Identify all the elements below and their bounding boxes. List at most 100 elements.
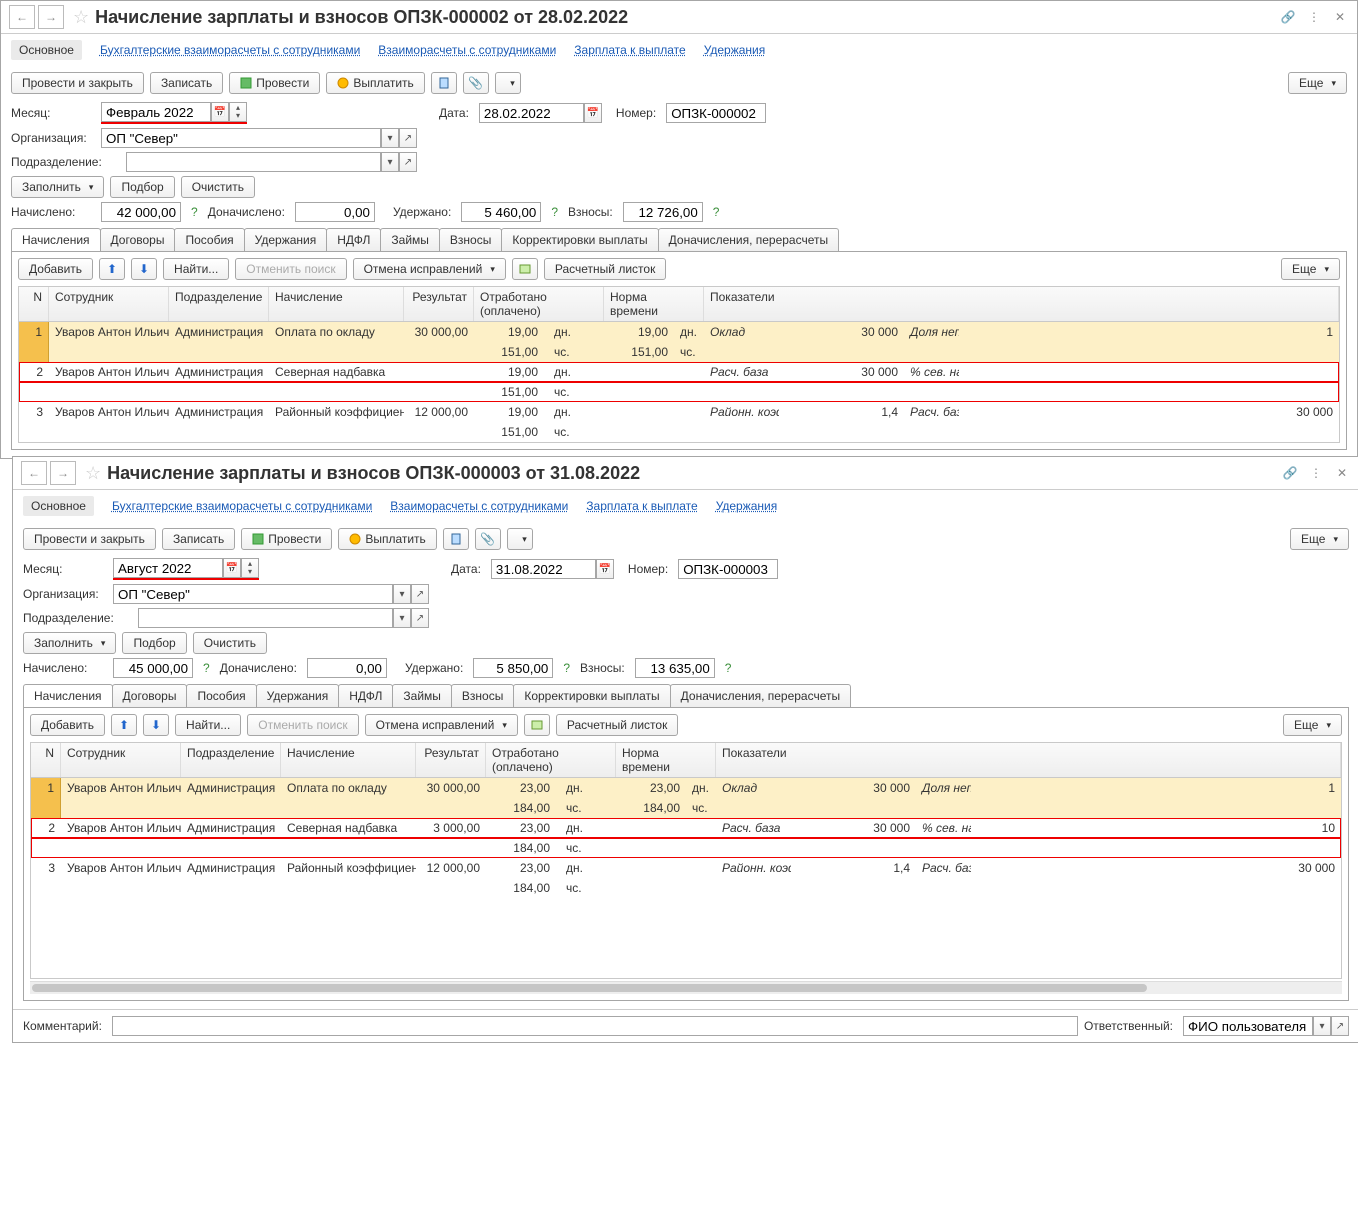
create-based-on-button[interactable] [495,72,521,94]
nav-accounting-settlements[interactable]: Бухгалтерские взаиморасчеты с сотрудника… [112,499,372,513]
table-more-button[interactable]: Еще [1281,258,1340,280]
nav-settlements[interactable]: Взаиморасчеты с сотрудниками [390,499,568,513]
tab-contracts[interactable]: Договоры [112,684,188,707]
cancel-corrections-button[interactable]: Отмена исправлений [365,714,518,736]
close-icon[interactable]: ✕ [1333,466,1351,480]
clear-button[interactable]: Очистить [181,176,255,198]
post-button[interactable]: Провести [229,72,320,94]
save-button[interactable]: Записать [150,72,223,94]
close-icon[interactable]: ✕ [1331,10,1349,24]
kebab-menu-icon[interactable]: ⋮ [1305,10,1323,24]
tab-corrections[interactable]: Корректировки выплаты [501,228,658,251]
dept-dropdown-icon[interactable]: ▾ [381,152,399,172]
more-button[interactable]: Еще [1288,72,1347,94]
nav-accounting-settlements[interactable]: Бухгалтерские взаиморасчеты с сотрудника… [100,43,360,57]
nav-main[interactable]: Основное [11,40,82,60]
responsible-input[interactable] [1183,1016,1313,1036]
org-input[interactable] [113,584,393,604]
responsible-open-icon[interactable]: ↗ [1331,1016,1349,1036]
tab-benefits[interactable]: Пособия [174,228,244,251]
tab-loans[interactable]: Займы [380,228,440,251]
deducted-help-icon[interactable]: ? [551,205,558,219]
horizontal-scrollbar[interactable] [30,981,1342,994]
tab-deductions[interactable]: Удержания [244,228,328,251]
th-department[interactable]: Подразделение [169,287,269,321]
contrib-help-icon[interactable]: ? [725,661,732,675]
nav-forward-button[interactable]: → [50,461,76,485]
accrued-help-icon[interactable]: ? [191,205,198,219]
tab-contracts[interactable]: Договоры [100,228,176,251]
pay-button[interactable]: Выплатить [338,528,437,550]
table-row[interactable]: 151,00 чс. 151,00 чс. [19,342,1339,362]
th-accrual[interactable]: Начисление [269,287,404,321]
comment-input[interactable] [112,1016,1078,1036]
post-and-close-button[interactable]: Провести и закрыть [11,72,144,94]
pick-button[interactable]: Подбор [122,632,186,654]
table-row[interactable]: 184,00 чс. [31,878,1341,898]
move-down-button[interactable]: ⬇ [131,258,157,280]
th-result[interactable]: Результат [416,743,486,777]
org-open-icon[interactable]: ↗ [411,584,429,604]
pick-button[interactable]: Подбор [110,176,174,198]
org-input[interactable] [101,128,381,148]
create-based-on-button[interactable] [507,528,533,550]
nav-deductions[interactable]: Удержания [716,499,778,513]
nav-salary-due[interactable]: Зарплата к выплате [574,43,685,57]
tab-recalc[interactable]: Доначисления, перерасчеты [658,228,839,251]
dept-open-icon[interactable]: ↗ [411,608,429,628]
tab-recalc[interactable]: Доначисления, перерасчеты [670,684,851,707]
nav-deductions[interactable]: Удержания [704,43,766,57]
show-details-button[interactable] [512,258,538,280]
date-calendar-icon[interactable]: 📅 [596,559,614,579]
fill-button[interactable]: Заполнить [23,632,116,654]
deducted-help-icon[interactable]: ? [563,661,570,675]
org-dropdown-icon[interactable]: ▾ [381,128,399,148]
responsible-dropdown-icon[interactable]: ▾ [1313,1016,1331,1036]
cancel-corrections-button[interactable]: Отмена исправлений [353,258,506,280]
tab-deductions[interactable]: Удержания [256,684,340,707]
th-n[interactable]: N [19,287,49,321]
report-button[interactable] [431,72,457,94]
save-button[interactable]: Записать [162,528,235,550]
nav-back-button[interactable]: ← [9,5,35,29]
date-input[interactable] [479,103,584,123]
nav-main[interactable]: Основное [23,496,94,516]
show-details-button[interactable] [524,714,550,736]
clear-button[interactable]: Очистить [193,632,267,654]
table-more-button[interactable]: Еще [1283,714,1342,736]
move-down-button[interactable]: ⬇ [143,714,169,736]
tab-loans[interactable]: Займы [392,684,452,707]
add-row-button[interactable]: Добавить [30,714,105,736]
table-row[interactable]: 3 Уваров Антон Ильич Администрация Район… [19,402,1339,422]
tab-corrections[interactable]: Корректировки выплаты [513,684,670,707]
month-spinner[interactable]: ▴▾ [241,558,259,578]
dept-input[interactable] [138,608,393,628]
attach-button[interactable]: 📎 [475,528,501,550]
pay-button[interactable]: Выплатить [326,72,425,94]
nav-back-button[interactable]: ← [21,461,47,485]
date-input[interactable] [491,559,596,579]
payslip-button[interactable]: Расчетный листок [544,258,666,280]
date-calendar-icon[interactable]: 📅 [584,103,602,123]
move-up-button[interactable]: ⬆ [111,714,137,736]
table-row[interactable]: 1 Уваров Антон Ильич Администрация Оплат… [31,778,1341,798]
more-button[interactable]: Еще [1290,528,1349,550]
tab-benefits[interactable]: Пособия [186,684,256,707]
nav-salary-due[interactable]: Зарплата к выплате [586,499,697,513]
calendar-icon[interactable]: 📅 [211,102,229,122]
accrued-help-icon[interactable]: ? [203,661,210,675]
table-row[interactable]: 1 Уваров Антон Ильич Администрация Оплат… [19,322,1339,342]
dept-open-icon[interactable]: ↗ [399,152,417,172]
th-worked[interactable]: Отработано (оплачено) [474,287,604,321]
th-department[interactable]: Подразделение [181,743,281,777]
th-result[interactable]: Результат [404,287,474,321]
th-employee[interactable]: Сотрудник [61,743,181,777]
table-row[interactable]: 2 Уваров Антон Ильич Администрация Север… [19,362,1339,382]
move-up-button[interactable]: ⬆ [99,258,125,280]
post-button[interactable]: Провести [241,528,332,550]
th-worked[interactable]: Отработано (оплачено) [486,743,616,777]
table-row[interactable]: 151,00 чс. [19,422,1339,442]
dept-dropdown-icon[interactable]: ▾ [393,608,411,628]
table-row[interactable]: 151,00 чс. [19,382,1339,402]
tab-ndfl[interactable]: НДФЛ [326,228,381,251]
